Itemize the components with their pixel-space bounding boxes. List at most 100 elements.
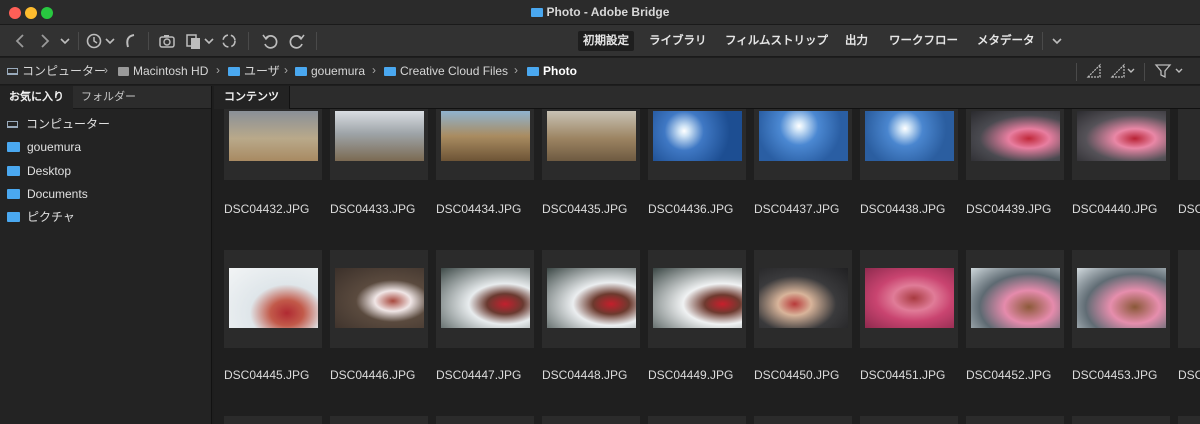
thumbnail-cell[interactable]: [1072, 109, 1170, 180]
chevron-down-icon[interactable]: [203, 31, 215, 51]
breadcrumb-gouemura[interactable]: gouemura: [295, 64, 365, 79]
workspace-tab-default[interactable]: 初期設定: [578, 31, 634, 51]
tab-content[interactable]: コンテンツ: [214, 86, 290, 109]
quality-icon[interactable]: [1086, 63, 1102, 82]
forward-icon[interactable]: [36, 31, 54, 51]
thumbnail-filename: DSC04439.JPG: [966, 202, 1052, 216]
photo-thumbnail[interactable]: [441, 111, 530, 161]
favorite-item-computer[interactable]: コンピューター: [7, 116, 110, 132]
breadcrumb-computer[interactable]: コンピューター: [7, 64, 106, 79]
thumbnail-cell[interactable]: [224, 109, 322, 180]
photo-thumbnail[interactable]: [759, 268, 848, 328]
photo-thumbnail[interactable]: [1077, 111, 1166, 161]
thumbnail-cell[interactable]: [330, 416, 428, 424]
breadcrumb-macintosh-hd[interactable]: Macintosh HD: [118, 64, 208, 79]
workspace-tab-library[interactable]: ライブラリ: [644, 31, 712, 51]
tab-favorites[interactable]: お気に入り: [0, 86, 73, 109]
favorite-item-pictures[interactable]: ピクチャ: [7, 209, 75, 225]
thumbnail-cell[interactable]: [860, 109, 958, 180]
thumbnail-grid: DSC04432.JPG DSC04433.JPG DSC04434.JPG DSC0…: [214, 109, 1200, 424]
workspace-tab-metadata[interactable]: メタデータ: [972, 31, 1040, 51]
thumbnail-filename: DSC04450.JPG: [754, 368, 840, 382]
breadcrumb-separator-icon[interactable]: ›: [284, 63, 288, 77]
thumbnail-cell[interactable]: [542, 416, 640, 424]
thumbnail-cell[interactable]: [648, 109, 746, 180]
thumbnail-cell[interactable]: [754, 109, 852, 180]
photo-thumbnail[interactable]: [547, 111, 636, 161]
thumbnail-cell[interactable]: [224, 250, 322, 348]
photo-thumbnail[interactable]: [229, 268, 318, 328]
thumbnail-cell[interactable]: [1178, 416, 1200, 424]
favorite-item-desktop[interactable]: Desktop: [7, 163, 71, 179]
thumbnail-cell[interactable]: [1178, 250, 1200, 348]
thumbnail-filename: DSC04446.JPG: [330, 368, 416, 382]
photo-thumbnail[interactable]: [229, 111, 318, 161]
photo-thumbnail[interactable]: [865, 268, 954, 328]
thumbnail-cell[interactable]: [436, 416, 534, 424]
breadcrumb-creative-cloud-files[interactable]: Creative Cloud Files: [384, 64, 508, 79]
workspace-menu-icon[interactable]: [1050, 31, 1064, 51]
copy-icon[interactable]: [184, 31, 204, 51]
favorite-item-gouemura[interactable]: gouemura: [7, 139, 81, 155]
breadcrumb-users[interactable]: ユーザ: [228, 64, 280, 79]
thumbnail-cell[interactable]: [860, 416, 958, 424]
thumbnail-cell[interactable]: [224, 416, 322, 424]
workspace-tab-output[interactable]: 出力: [840, 31, 873, 51]
breadcrumb-photo[interactable]: Photo: [527, 64, 577, 79]
thumbnail-cell[interactable]: [436, 109, 534, 180]
chevron-down-icon[interactable]: [58, 31, 72, 51]
camera-import-icon[interactable]: [158, 31, 178, 51]
thumbnail-cell[interactable]: [542, 250, 640, 348]
thumbnail-cell[interactable]: [648, 250, 746, 348]
rotate-right-icon[interactable]: [287, 31, 307, 51]
photo-thumbnail[interactable]: [335, 111, 424, 161]
breadcrumb-separator-icon[interactable]: ›: [104, 63, 108, 77]
favorite-item-documents[interactable]: Documents: [7, 186, 88, 202]
photo-thumbnail[interactable]: [759, 111, 848, 161]
photo-thumbnail[interactable]: [971, 111, 1060, 161]
breadcrumb-separator-icon[interactable]: ›: [514, 63, 518, 77]
photo-thumbnail[interactable]: [547, 268, 636, 328]
thumbnail-cell[interactable]: [860, 250, 958, 348]
boomerang-icon[interactable]: [122, 31, 140, 51]
filter-icon[interactable]: [1154, 63, 1184, 82]
thumbnail-filename: DSC04451.JPG: [860, 368, 946, 382]
thumbnail-cell[interactable]: [1178, 109, 1200, 180]
folder-icon: [7, 189, 20, 199]
chevron-down-icon[interactable]: [104, 31, 116, 51]
breadcrumb-separator-icon[interactable]: ›: [372, 63, 376, 77]
thumbnail-cell[interactable]: [966, 416, 1064, 424]
thumbnail-cell[interactable]: [648, 416, 746, 424]
sort-icon[interactable]: [1110, 63, 1136, 82]
photo-thumbnail[interactable]: [653, 111, 742, 161]
photo-thumbnail[interactable]: [441, 268, 530, 328]
thumbnail-cell[interactable]: [436, 250, 534, 348]
photo-thumbnail[interactable]: [335, 268, 424, 328]
thumbnail-filename: DSC: [1178, 368, 1200, 382]
photo-thumbnail[interactable]: [1077, 268, 1166, 328]
thumbnail-cell[interactable]: [966, 109, 1064, 180]
workspace-tab-filmstrip[interactable]: フィルムストリップ: [720, 31, 833, 51]
thumbnail-cell[interactable]: [330, 109, 428, 180]
thumbnail-cell[interactable]: [1072, 416, 1170, 424]
thumbnail-cell[interactable]: [966, 250, 1064, 348]
thumbnail-cell[interactable]: [330, 250, 428, 348]
rotate-left-icon[interactable]: [260, 31, 280, 51]
refine-icon[interactable]: [219, 31, 239, 51]
thumbnail-filename: DSC04437.JPG: [754, 202, 840, 216]
thumbnail-cell[interactable]: [754, 250, 852, 348]
photo-thumbnail[interactable]: [865, 111, 954, 161]
thumbnail-cell[interactable]: [542, 109, 640, 180]
folder-icon: [527, 67, 539, 76]
breadcrumb-separator-icon[interactable]: ›: [216, 63, 220, 77]
thumbnail-filename: DSC04432.JPG: [224, 202, 310, 216]
photo-thumbnail[interactable]: [653, 268, 742, 328]
content-panel: コンテンツ DSC04432.JPG DSC04433.JPG DSC04434.J…: [214, 86, 1200, 424]
thumbnail-cell[interactable]: [1072, 250, 1170, 348]
tab-folders[interactable]: フォルダー: [72, 86, 145, 109]
photo-thumbnail[interactable]: [971, 268, 1060, 328]
back-icon[interactable]: [12, 31, 30, 51]
recent-icon[interactable]: [84, 31, 104, 51]
thumbnail-cell[interactable]: [754, 416, 852, 424]
workspace-tab-workflow[interactable]: ワークフロー: [884, 31, 963, 51]
